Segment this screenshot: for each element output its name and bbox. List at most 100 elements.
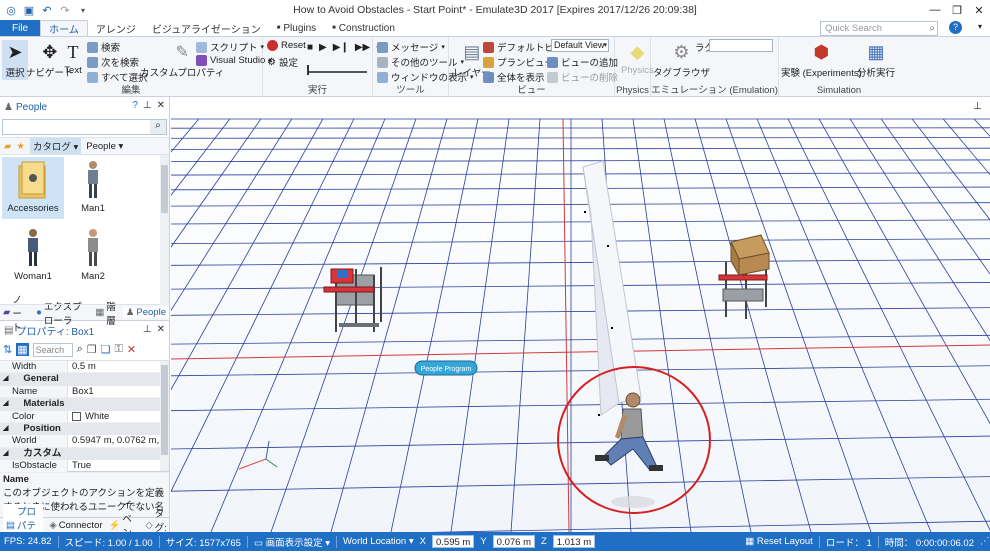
message-button[interactable]: メッセージ▾: [377, 40, 445, 54]
view-select[interactable]: Default View▾: [551, 39, 609, 52]
prop-row[interactable]: NameBox1: [0, 386, 169, 398]
step-icon[interactable]: ▶❙: [333, 42, 349, 53]
filter-catalog-label: カタログ: [33, 142, 71, 153]
close-button[interactable]: ✕: [968, 0, 990, 20]
scrollbar-thumb[interactable]: [161, 165, 168, 213]
settings-button[interactable]: ⚙設定: [267, 55, 298, 69]
resize-grip-icon[interactable]: ⋰: [980, 536, 990, 547]
text-button[interactable]: TText: [62, 41, 84, 76]
lock-icon[interactable]: ⚿: [115, 343, 123, 356]
properties-icon: ▤: [6, 520, 15, 531]
filter-catalog[interactable]: カタログ ▾: [30, 138, 81, 154]
tab-construction[interactable]: ■Construction: [324, 20, 403, 36]
undo-icon[interactable]: ↶: [40, 3, 54, 17]
tab-visualization[interactable]: ビジュアライゼーション: [144, 20, 269, 36]
copy-icon[interactable]: ❐: [87, 343, 97, 356]
speed-readout: スピード: 1.00 / 1.00: [65, 535, 153, 549]
tab-people[interactable]: ♟People: [123, 307, 169, 318]
physics-button[interactable]: ◆Physics: [621, 41, 654, 76]
plan-view-button[interactable]: プランビュー: [483, 55, 554, 69]
reset-layout-button[interactable]: ▦ Reset Layout: [745, 536, 813, 547]
help-icon[interactable]: ?: [949, 21, 962, 34]
prop-row[interactable]: IsObstacleTrue: [0, 460, 169, 472]
layers-icon: ▤: [461, 41, 483, 63]
y-coordinate-field[interactable]: 0.076 m: [493, 535, 535, 548]
next-search-button[interactable]: 次を検索: [87, 55, 139, 69]
filter-people[interactable]: People ▾: [86, 141, 123, 152]
catalog-item-man2[interactable]: Man2: [62, 225, 124, 287]
catalog-search-input[interactable]: ⌕: [2, 119, 167, 135]
text-label: Text: [64, 65, 81, 76]
display-settings-button[interactable]: ▭ 画面表示設定 ▾: [254, 535, 330, 549]
tag-input[interactable]: [709, 39, 773, 52]
minimize-button[interactable]: —: [924, 0, 946, 20]
redo-icon[interactable]: ↷: [58, 3, 72, 17]
save-icon[interactable]: ▣: [22, 3, 36, 17]
analysis-button[interactable]: ▦分析実行: [857, 41, 895, 79]
restore-button[interactable]: ❐: [946, 0, 968, 20]
pin-icon[interactable]: ⊥: [143, 100, 152, 111]
visual-studio-button[interactable]: Visual Studio▾: [196, 55, 272, 66]
prop-category[interactable]: ◢カスタム: [0, 448, 169, 460]
speed-slider[interactable]: [307, 71, 367, 73]
search-icon[interactable]: ⌕: [150, 120, 166, 134]
prop-category[interactable]: ◢Materials: [0, 398, 169, 410]
tab-plugins[interactable]: ■Plugins: [269, 20, 324, 36]
reset-button[interactable]: Reset: [267, 40, 306, 51]
tab-home[interactable]: ホーム: [40, 20, 88, 36]
prop-category[interactable]: ◢Position: [0, 423, 169, 435]
clear-icon[interactable]: ✕: [127, 343, 136, 356]
viewport-pin-icon[interactable]: ⊥: [973, 101, 982, 112]
paste-icon[interactable]: ❏: [101, 343, 111, 356]
people-program-marker[interactable]: People Program: [415, 361, 477, 375]
experiments-button[interactable]: ⬢実験 (Experiments): [781, 41, 862, 79]
prop-row[interactable]: ColorWhite: [0, 411, 169, 423]
close-icon[interactable]: ✕: [157, 100, 165, 111]
quick-search-input[interactable]: Quick Search⌕: [820, 21, 938, 36]
message-icon: [377, 42, 388, 53]
prop-key: Width: [0, 361, 68, 373]
properties-grid: Width0.5 m ◢General NameBox1 ◢Materials …: [0, 361, 169, 471]
coordinate-mode-select[interactable]: World Location ▾: [343, 536, 414, 547]
prop-row[interactable]: World Location0.5947 m, 0.0762 m, 1: [0, 435, 169, 447]
tag-browser-label: タグブラウザ: [653, 65, 710, 79]
properties-scrollbar[interactable]: [160, 361, 169, 471]
speed-slider-thumb[interactable]: [307, 65, 309, 75]
folder-icon[interactable]: ▰: [4, 141, 11, 152]
prop-category[interactable]: ◢General: [0, 373, 169, 385]
search-icon[interactable]: ⌕: [77, 343, 83, 356]
x-coordinate-field[interactable]: 0.595 m: [432, 535, 474, 548]
stop-icon[interactable]: ■: [307, 42, 313, 53]
fast-forward-icon[interactable]: ▶▶: [355, 42, 370, 53]
pin-icon[interactable]: ⊥: [143, 324, 152, 335]
categorize-icon[interactable]: ▦: [16, 343, 28, 356]
prop-row[interactable]: Width0.5 m: [0, 361, 169, 373]
catalog-scrollbar[interactable]: [160, 155, 169, 305]
add-view-button[interactable]: ビューの追加: [547, 55, 618, 69]
scene-canvas[interactable]: People Program: [171, 97, 990, 532]
3d-viewport[interactable]: People Program ⊥: [171, 97, 990, 532]
quick-search-placeholder: Quick Search: [825, 23, 882, 34]
lightning-icon: ⚡: [109, 520, 121, 531]
script-button[interactable]: スクリプト▾: [196, 40, 264, 54]
catalog-item-accessories[interactable]: Accessories: [2, 157, 64, 219]
close-icon[interactable]: ✕: [157, 324, 165, 335]
sort-icon[interactable]: ⇅: [3, 343, 12, 356]
tab-connector[interactable]: ◈Connector: [49, 520, 102, 531]
catalog-item-man1[interactable]: Man1: [62, 157, 124, 219]
catalog-item-woman1[interactable]: Woman1: [2, 225, 64, 287]
tab-file[interactable]: File: [0, 20, 40, 36]
qat-dropdown-icon[interactable]: ▾: [76, 3, 90, 17]
help-icon[interactable]: ?: [132, 100, 138, 111]
hierarchy-icon: ▦: [95, 307, 104, 318]
properties-search-input[interactable]: Search: [33, 343, 73, 357]
tab-arrange[interactable]: アレンジ: [88, 20, 144, 36]
select-button[interactable]: ➤選択: [2, 40, 28, 80]
play-icon[interactable]: ▶: [319, 42, 327, 53]
tab-connector-label: Connector: [59, 520, 103, 531]
z-coordinate-field[interactable]: 1.013 m: [553, 535, 595, 548]
search-button[interactable]: 検索: [87, 40, 120, 54]
scrollbar-thumb[interactable]: [161, 365, 168, 455]
star-icon[interactable]: ★: [16, 141, 25, 152]
help-dropdown-icon[interactable]: ▾: [978, 22, 982, 31]
